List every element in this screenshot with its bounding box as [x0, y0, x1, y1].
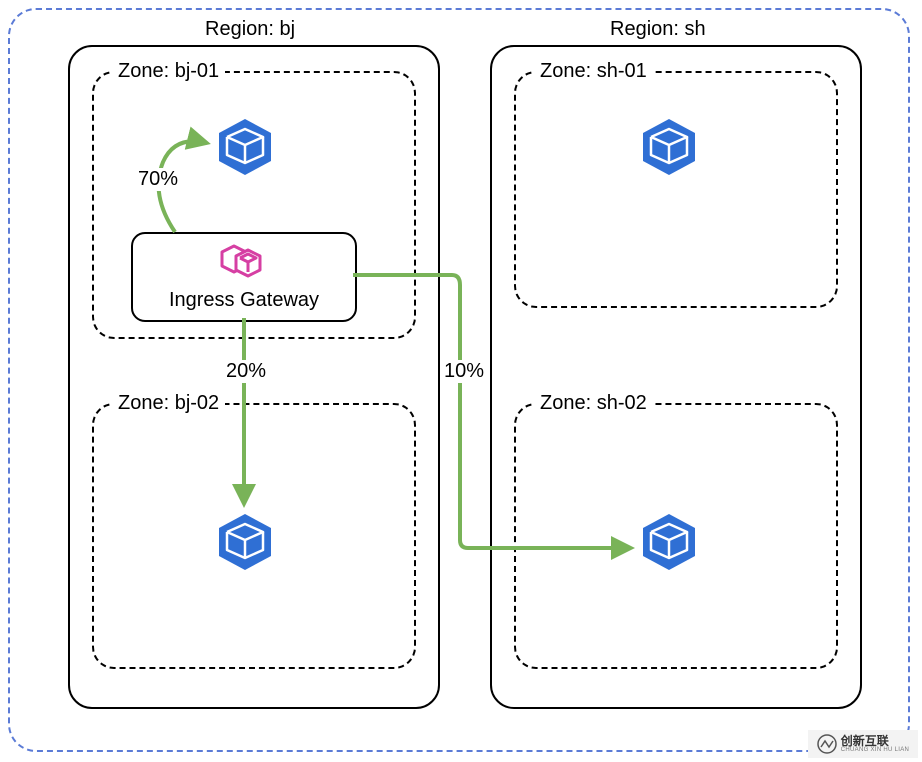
watermark: 创新互联 CHUANG XIN HU LIAN	[808, 730, 918, 758]
region-bj-label: Region: bj	[205, 18, 295, 41]
service-icon	[213, 115, 277, 179]
watermark-sub: CHUANG XIN HU LIAN	[841, 747, 909, 753]
service-icon	[637, 510, 701, 574]
zone-sh-02-label: Zone: sh-02	[534, 392, 653, 415]
gateway-label: Ingress Gateway	[133, 289, 355, 312]
service-icon	[213, 510, 277, 574]
zone-sh-01-label: Zone: sh-01	[534, 60, 653, 83]
watermark-brand: 创新互联	[841, 735, 909, 747]
zone-bj-02-label: Zone: bj-02	[112, 392, 225, 415]
zone-bj-01-label: Zone: bj-01	[112, 60, 225, 83]
zone-sh-01	[514, 71, 838, 308]
watermark-icon	[817, 734, 837, 754]
pct-20: 20%	[222, 360, 270, 383]
pct-70: 70%	[134, 168, 182, 191]
ingress-gateway: Ingress Gateway	[131, 232, 357, 322]
region-sh-label: Region: sh	[610, 18, 706, 41]
pct-10: 10%	[440, 360, 488, 383]
gateway-icon	[218, 240, 270, 282]
service-icon	[637, 115, 701, 179]
